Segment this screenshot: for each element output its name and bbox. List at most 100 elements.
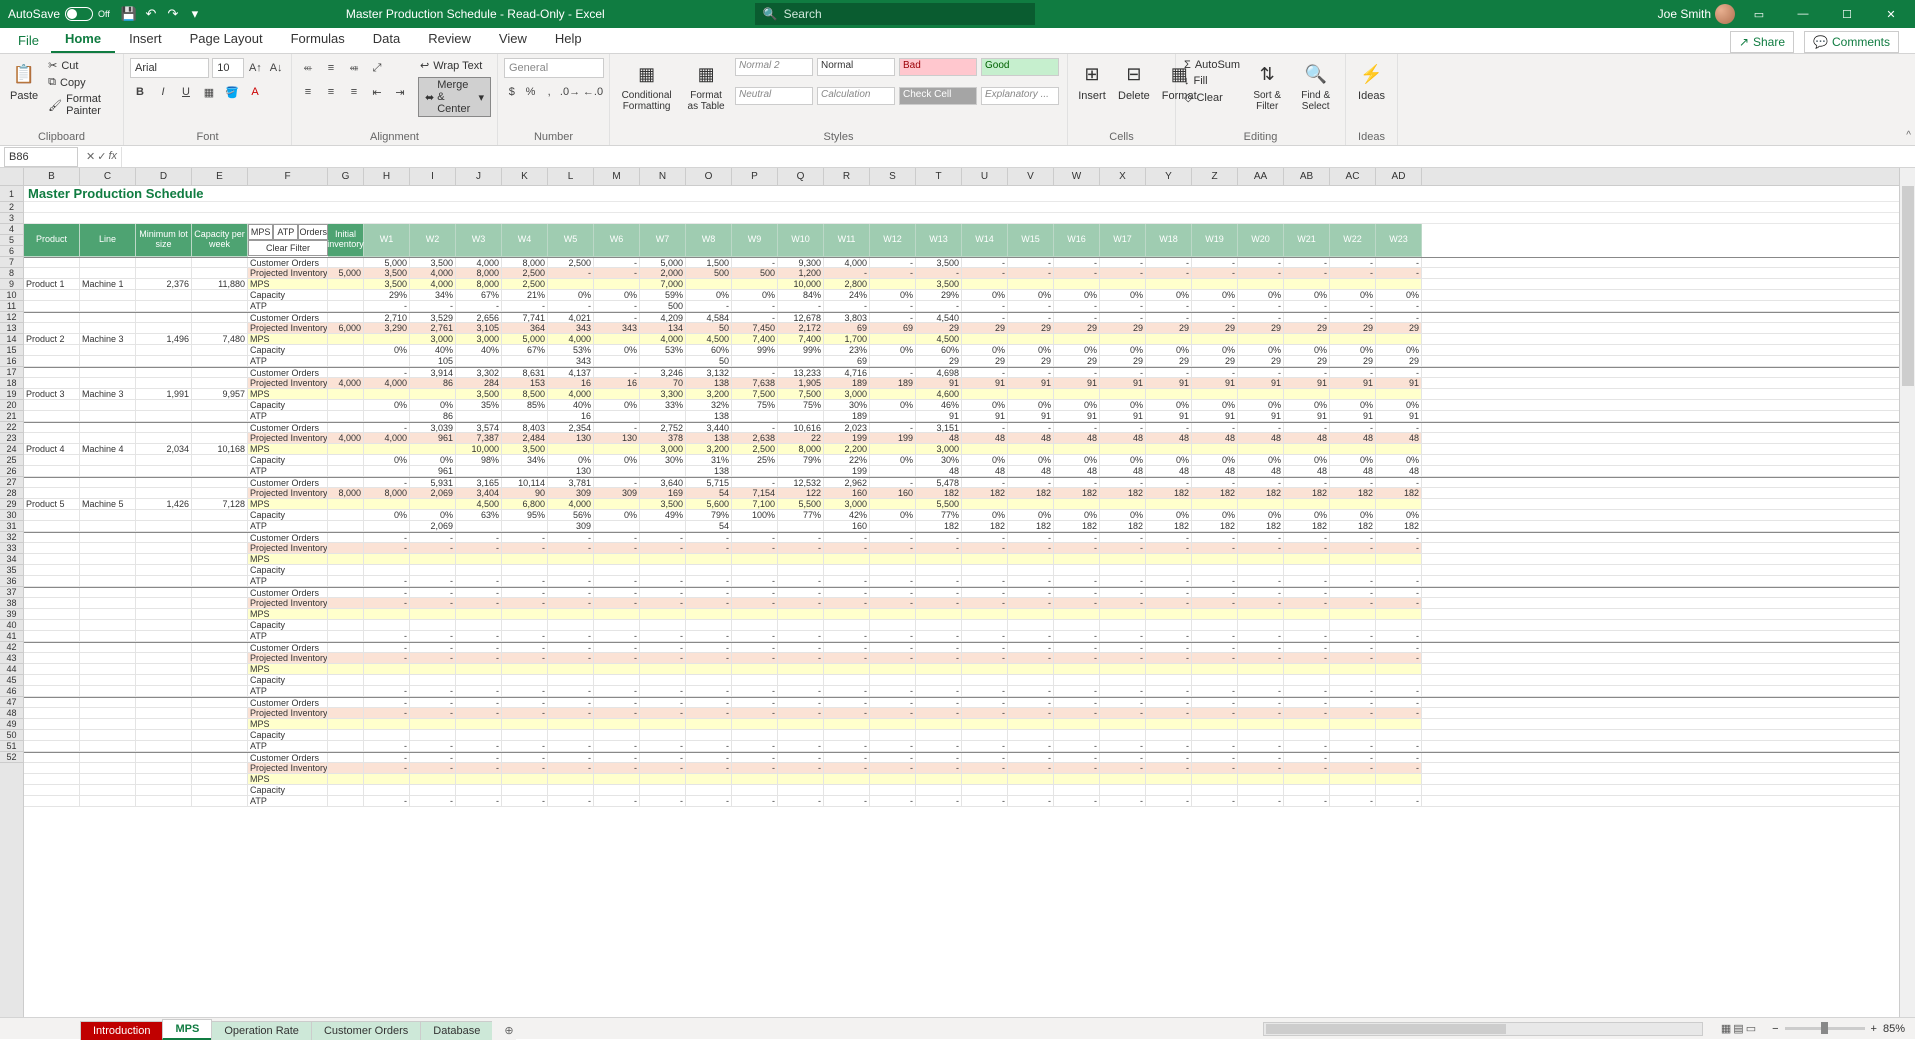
cell[interactable]: 3,246	[640, 368, 686, 377]
fill-color-button[interactable]: 🪣	[222, 82, 242, 102]
cell[interactable]: 54	[686, 521, 732, 531]
cell[interactable]: 3,200	[686, 444, 732, 454]
cell[interactable]	[1146, 565, 1192, 575]
cell[interactable]: -	[502, 301, 548, 311]
cell[interactable]	[80, 565, 136, 575]
cell[interactable]: 69	[870, 323, 916, 333]
cell[interactable]	[136, 301, 192, 311]
cell[interactable]	[962, 774, 1008, 784]
cell[interactable]	[870, 565, 916, 575]
cell[interactable]: -	[1100, 631, 1146, 641]
row-header[interactable]: 28	[0, 488, 23, 499]
cell[interactable]: 91	[1054, 411, 1100, 421]
cell[interactable]	[136, 785, 192, 795]
cell[interactable]: -	[1284, 698, 1330, 707]
cell[interactable]: Customer Orders	[248, 643, 328, 652]
cell[interactable]	[328, 588, 364, 597]
cell[interactable]: 48	[962, 433, 1008, 443]
cell[interactable]: 3,132	[686, 368, 732, 377]
cell[interactable]: -	[364, 576, 410, 586]
cell[interactable]	[1100, 554, 1146, 564]
cell[interactable]	[1100, 785, 1146, 795]
cell[interactable]	[502, 565, 548, 575]
cell[interactable]	[870, 334, 916, 344]
row-header[interactable]: 48	[0, 708, 23, 719]
cell[interactable]: -	[870, 258, 916, 267]
cell[interactable]	[136, 753, 192, 762]
cell[interactable]: 160	[824, 488, 870, 498]
increase-font-icon[interactable]: A↑	[247, 58, 265, 78]
cell[interactable]: Capacity	[248, 345, 328, 355]
cell[interactable]	[136, 576, 192, 586]
cell[interactable]	[1054, 785, 1100, 795]
cell[interactable]: -	[548, 631, 594, 641]
cell[interactable]	[192, 521, 248, 531]
cell[interactable]: -	[1192, 796, 1238, 806]
cell[interactable]: 500	[686, 268, 732, 278]
cell[interactable]	[328, 356, 364, 366]
cell[interactable]	[24, 478, 80, 487]
column-header[interactable]: E	[192, 168, 248, 185]
undo-icon[interactable]: ↶	[140, 3, 162, 25]
cell[interactable]	[192, 290, 248, 300]
cell[interactable]: -	[870, 576, 916, 586]
cell[interactable]	[1146, 334, 1192, 344]
cell[interactable]: -	[548, 588, 594, 597]
cell[interactable]: 0%	[1054, 345, 1100, 355]
paste-button[interactable]: 📋 Paste	[6, 58, 42, 129]
cell[interactable]: 10,000	[778, 279, 824, 289]
cell[interactable]	[1192, 499, 1238, 509]
cell[interactable]	[548, 785, 594, 795]
cell[interactable]: -	[824, 698, 870, 707]
cell[interactable]: -	[870, 708, 916, 718]
redo-icon[interactable]: ↷	[162, 3, 184, 25]
cell[interactable]: -	[1376, 268, 1422, 278]
column-header[interactable]: I	[410, 168, 456, 185]
cell[interactable]	[456, 609, 502, 619]
cell[interactable]	[962, 620, 1008, 630]
cell[interactable]	[24, 675, 80, 685]
fill-button[interactable]: ↓Fill	[1182, 74, 1242, 88]
column-header[interactable]: P	[732, 168, 778, 185]
cell[interactable]: 40%	[548, 400, 594, 410]
cell[interactable]: 54	[686, 488, 732, 498]
cell[interactable]: 3,000	[824, 389, 870, 399]
cell[interactable]	[870, 389, 916, 399]
cell[interactable]	[1284, 664, 1330, 674]
cell[interactable]: -	[1054, 686, 1100, 696]
cell[interactable]: -	[1376, 698, 1422, 707]
cell[interactable]: 130	[548, 433, 594, 443]
cell[interactable]: 4,600	[916, 389, 962, 399]
cell[interactable]: -	[548, 753, 594, 762]
cell[interactable]: 29	[916, 356, 962, 366]
cell[interactable]	[778, 466, 824, 476]
cell[interactable]	[1238, 719, 1284, 729]
cell[interactable]: 2,656	[456, 313, 502, 322]
cell[interactable]: -	[1008, 543, 1054, 553]
cell[interactable]	[328, 368, 364, 377]
cell[interactable]: -	[1146, 686, 1192, 696]
cell[interactable]	[870, 356, 916, 366]
cell[interactable]	[192, 510, 248, 520]
cell[interactable]: -	[1008, 686, 1054, 696]
cell[interactable]	[1284, 675, 1330, 685]
cell[interactable]	[136, 423, 192, 432]
cell[interactable]	[778, 554, 824, 564]
menu-tab-data[interactable]: Data	[359, 26, 414, 53]
cell[interactable]: 21%	[502, 290, 548, 300]
cell[interactable]: -	[778, 643, 824, 652]
file-tab[interactable]: File	[6, 28, 51, 53]
cell[interactable]: -	[1330, 698, 1376, 707]
cell[interactable]: 23%	[824, 345, 870, 355]
cell[interactable]: -	[1330, 301, 1376, 311]
zoom-control[interactable]: − + 85%	[1762, 1023, 1915, 1035]
cell[interactable]	[732, 785, 778, 795]
cell[interactable]: 0%	[870, 290, 916, 300]
cell[interactable]: 182	[1008, 521, 1054, 531]
cell[interactable]: -	[1376, 533, 1422, 542]
cell[interactable]: 0%	[1100, 290, 1146, 300]
row-header[interactable]: 37	[0, 587, 23, 598]
cell[interactable]	[1146, 675, 1192, 685]
cell[interactable]: 2,000	[640, 268, 686, 278]
cell[interactable]	[410, 444, 456, 454]
